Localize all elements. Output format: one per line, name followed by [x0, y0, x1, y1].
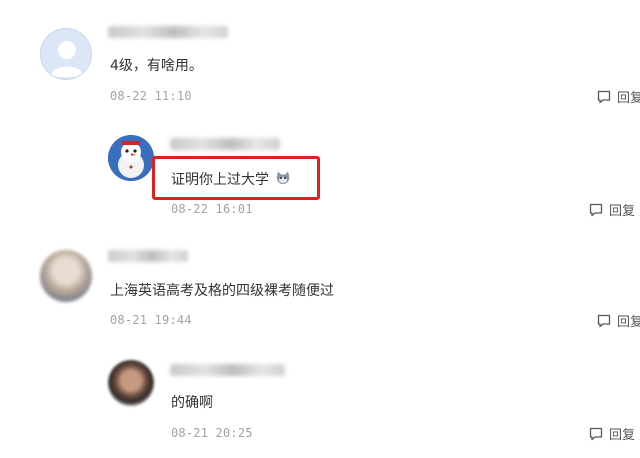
- username-blurred[interactable]: [108, 26, 228, 38]
- comment-text-value: 证明你上过大学: [171, 172, 269, 188]
- reply-button[interactable]: 回复: [588, 200, 635, 219]
- username-blurred[interactable]: [170, 364, 285, 376]
- reply-label: 回复: [609, 428, 636, 443]
- comment-time: 08-21 19:44: [110, 313, 192, 327]
- reply-button[interactable]: 回复: [596, 311, 640, 330]
- default-user-icon: [50, 41, 84, 77]
- reply-button[interactable]: 回复: [596, 87, 640, 106]
- avatar[interactable]: [108, 360, 154, 406]
- avatar[interactable]: [40, 250, 92, 302]
- comment-time: 08-22 11:10: [110, 89, 192, 103]
- comment-time: 08-21 20:25: [171, 426, 253, 440]
- avatar[interactable]: [108, 135, 154, 181]
- comment-text: 4级，有啥用。: [110, 58, 203, 74]
- avatar[interactable]: [40, 28, 92, 80]
- comment-bubble-icon: [589, 203, 603, 216]
- username-blurred[interactable]: [108, 250, 188, 262]
- reply-label: 回复: [609, 204, 636, 219]
- comment-text: 证明你上过大学: [171, 169, 291, 190]
- snowman-avatar-image: [108, 135, 154, 181]
- cat-emoji-icon: [275, 170, 291, 190]
- reply-label: 回复: [617, 91, 640, 106]
- comment-bubble-icon: [589, 427, 603, 440]
- comment-bubble-icon: [597, 314, 611, 327]
- comment-text: 的确啊: [171, 395, 213, 411]
- reply-button[interactable]: 回复: [588, 424, 635, 443]
- reply-label: 回复: [617, 315, 640, 330]
- comment-text: 上海英语高考及格的四级裸考随便过: [110, 283, 334, 299]
- username-blurred[interactable]: [170, 138, 280, 150]
- comment-bubble-icon: [597, 90, 611, 103]
- comment-time: 08-22 16:01: [171, 202, 253, 216]
